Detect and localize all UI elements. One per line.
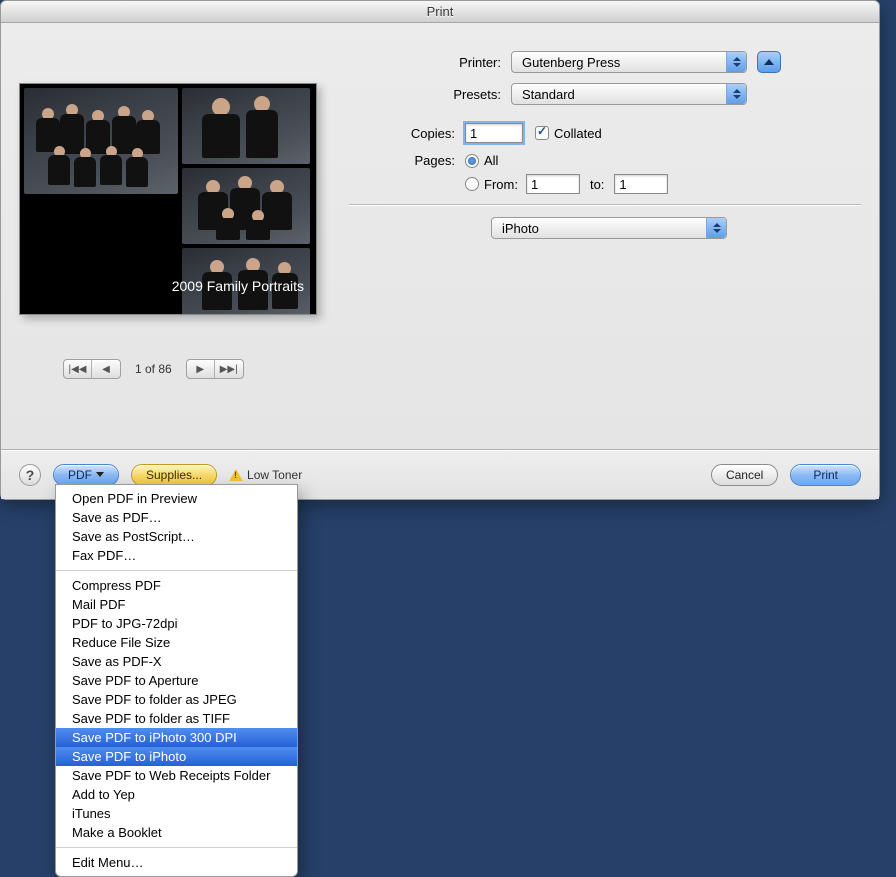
pdf-menu-item[interactable]: Save as PDF… bbox=[56, 508, 297, 527]
pdf-menu-item[interactable]: PDF to JPG-72dpi bbox=[56, 614, 297, 633]
collated-label: Collated bbox=[554, 126, 602, 141]
pdf-menu-item[interactable]: Mail PDF bbox=[56, 595, 297, 614]
preview-photo bbox=[24, 88, 178, 194]
pages-to-field[interactable] bbox=[614, 174, 668, 194]
page-indicator: 1 of 86 bbox=[135, 362, 172, 376]
pager-back-group: |◀◀ ◀ bbox=[63, 359, 121, 379]
pdf-menu-item[interactable]: Save PDF to Aperture bbox=[56, 671, 297, 690]
low-toner-label: Low Toner bbox=[247, 468, 302, 482]
cancel-button[interactable]: Cancel bbox=[711, 464, 778, 486]
pdf-label: PDF bbox=[68, 468, 92, 482]
pdf-menu-item[interactable]: Open PDF in Preview bbox=[56, 489, 297, 508]
print-button[interactable]: Print bbox=[790, 464, 861, 486]
low-toner-status: Low Toner bbox=[229, 468, 302, 482]
printer-label: Printer: bbox=[357, 55, 511, 70]
pdf-menu-item[interactable]: Save PDF to folder as TIFF bbox=[56, 709, 297, 728]
supplies-button[interactable]: Supplies... bbox=[131, 464, 217, 486]
pdf-menu-item[interactable]: Save as PostScript… bbox=[56, 527, 297, 546]
pdf-menu-item[interactable]: Add to Yep bbox=[56, 785, 297, 804]
menu-separator bbox=[56, 847, 297, 848]
pdf-menu-button[interactable]: PDF bbox=[53, 464, 119, 486]
app-pane-select[interactable]: iPhoto bbox=[491, 217, 727, 239]
pages-label: Pages: bbox=[357, 153, 465, 168]
prev-page-button[interactable]: ◀ bbox=[92, 360, 120, 378]
pdf-menu-item[interactable]: Compress PDF bbox=[56, 576, 297, 595]
chevron-updown-icon bbox=[726, 84, 746, 104]
pages-from-radio[interactable] bbox=[465, 177, 479, 191]
preview-caption: 2009 Family Portraits bbox=[172, 278, 304, 294]
chevron-updown-icon bbox=[706, 218, 726, 238]
presets-select[interactable]: Standard bbox=[511, 83, 747, 105]
pdf-menu-item[interactable]: iTunes bbox=[56, 804, 297, 823]
pages-to-label: to: bbox=[580, 177, 614, 192]
app-pane-value: iPhoto bbox=[502, 221, 539, 236]
supplies-label: Supplies... bbox=[146, 468, 202, 482]
print-options: Printer: Gutenberg Press Presets: Standa… bbox=[357, 37, 861, 379]
pdf-menu-item[interactable]: Save PDF to Web Receipts Folder bbox=[56, 766, 297, 785]
pages-all-label: All bbox=[484, 153, 498, 168]
pdf-dropdown-menu: Open PDF in PreviewSave as PDF…Save as P… bbox=[55, 484, 298, 877]
print-dialog: Print bbox=[0, 0, 880, 500]
collated-checkbox[interactable] bbox=[535, 126, 549, 140]
last-page-button[interactable]: ▶▶| bbox=[215, 360, 243, 378]
window-title: Print bbox=[1, 1, 879, 23]
print-preview: 2009 Family Portraits bbox=[19, 83, 317, 315]
pdf-menu-item[interactable]: Save PDF to iPhoto bbox=[56, 747, 297, 766]
pager: |◀◀ ◀ 1 of 86 ▶ ▶▶| bbox=[19, 359, 339, 379]
first-page-button[interactable]: |◀◀ bbox=[64, 360, 92, 378]
pdf-menu-item[interactable]: Make a Booklet bbox=[56, 823, 297, 842]
pdf-menu-item[interactable]: Save as PDF-X bbox=[56, 652, 297, 671]
help-button[interactable]: ? bbox=[19, 464, 41, 486]
separator bbox=[349, 204, 861, 205]
collapse-details-button[interactable] bbox=[757, 51, 781, 73]
pdf-menu-item[interactable]: Fax PDF… bbox=[56, 546, 297, 565]
presets-value: Standard bbox=[522, 87, 575, 102]
copies-field[interactable] bbox=[465, 123, 523, 143]
presets-label: Presets: bbox=[357, 87, 511, 102]
pdf-menu-item[interactable]: Reduce File Size bbox=[56, 633, 297, 652]
printer-select[interactable]: Gutenberg Press bbox=[511, 51, 747, 73]
pages-from-label: From: bbox=[484, 177, 518, 192]
preview-photo bbox=[182, 88, 310, 164]
warning-icon bbox=[229, 469, 243, 481]
dialog-content: 2009 Family Portraits |◀◀ ◀ 1 of 86 ▶ ▶▶… bbox=[1, 23, 879, 379]
preview-pane: 2009 Family Portraits |◀◀ ◀ 1 of 86 ▶ ▶▶… bbox=[19, 37, 339, 379]
pdf-menu-item[interactable]: Save PDF to iPhoto 300 DPI bbox=[56, 728, 297, 747]
pager-fwd-group: ▶ ▶▶| bbox=[186, 359, 244, 379]
pages-from-field[interactable] bbox=[526, 174, 580, 194]
printer-value: Gutenberg Press bbox=[522, 55, 620, 70]
preview-photo bbox=[182, 168, 310, 244]
copies-label: Copies: bbox=[357, 126, 465, 141]
menu-separator bbox=[56, 570, 297, 571]
pdf-menu-item[interactable]: Save PDF to folder as JPEG bbox=[56, 690, 297, 709]
pages-all-radio[interactable] bbox=[465, 154, 479, 168]
chevron-updown-icon bbox=[726, 52, 746, 72]
next-page-button[interactable]: ▶ bbox=[187, 360, 215, 378]
pdf-menu-item[interactable]: Edit Menu… bbox=[56, 853, 297, 872]
chevron-down-icon bbox=[96, 472, 104, 477]
